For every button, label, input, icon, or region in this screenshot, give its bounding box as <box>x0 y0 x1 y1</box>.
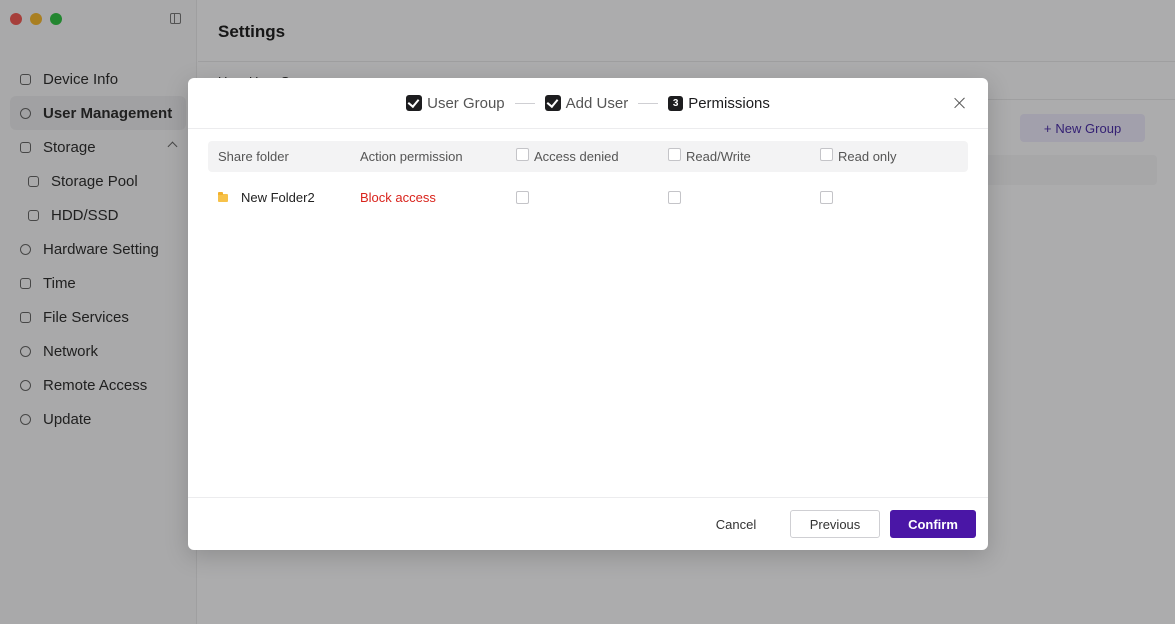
step-divider <box>638 102 659 104</box>
dialog-footer: Cancel Previous Confirm <box>188 497 988 550</box>
access-denied-checkbox[interactable] <box>516 190 529 204</box>
step-number: 3 <box>668 95 684 111</box>
permissions-dialog: User Group Add User 3 Permissions Share … <box>188 78 988 550</box>
read-write-checkbox[interactable] <box>668 190 681 204</box>
select-all-access-denied-checkbox[interactable] <box>516 148 529 161</box>
dialog-header: User Group Add User 3 Permissions <box>188 78 988 129</box>
table-header-row: Share folder Action permission Access de… <box>208 141 968 172</box>
header-read-write: Read/Write <box>668 148 820 164</box>
header-access-denied: Access denied <box>516 148 668 164</box>
table-row: New Folder2 Block access <box>208 172 968 222</box>
select-all-read-write-checkbox[interactable] <box>668 148 681 161</box>
close-icon[interactable] <box>954 97 966 109</box>
step-divider <box>514 102 535 104</box>
check-icon <box>544 95 561 111</box>
action-permission-value: Block access <box>360 189 436 205</box>
cell-read-only <box>820 190 968 204</box>
cancel-button[interactable]: Cancel <box>706 510 766 538</box>
read-only-checkbox[interactable] <box>820 190 833 204</box>
folder-icon <box>218 191 228 202</box>
step-label: User Group <box>427 94 505 112</box>
confirm-button[interactable]: Confirm <box>890 510 976 538</box>
step-permissions: 3 Permissions <box>668 95 770 112</box>
stepper: User Group Add User 3 Permissions <box>406 95 770 112</box>
header-label: Access denied <box>534 149 619 164</box>
cell-access-denied <box>516 190 668 204</box>
select-all-read-only-checkbox[interactable] <box>820 148 833 161</box>
step-label: Permissions <box>688 94 770 112</box>
step-label: Add User <box>565 94 629 112</box>
header-label: Read only <box>838 149 897 164</box>
header-action-permission: Action permission <box>360 149 463 164</box>
previous-button[interactable]: Previous <box>790 510 880 538</box>
header-label: Read/Write <box>686 149 751 164</box>
header-share-folder: Share folder <box>218 149 289 164</box>
step-user-group: User Group <box>406 95 505 112</box>
step-add-user: Add User <box>544 94 629 112</box>
folder-name: New Folder2 <box>241 189 315 205</box>
cell-share-folder: New Folder2 <box>208 190 360 205</box>
permissions-table: Share folder Action permission Access de… <box>208 141 968 222</box>
header-read-only: Read only <box>820 148 968 164</box>
cell-read-write <box>668 190 820 204</box>
check-icon <box>406 95 423 111</box>
